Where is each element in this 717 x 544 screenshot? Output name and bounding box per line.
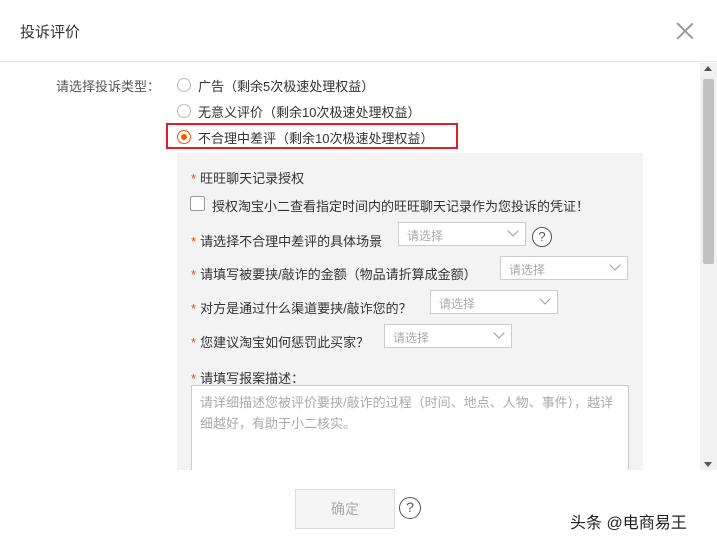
punishment-label: * 您建议淘宝如何惩罚此买家？ <box>191 335 370 350</box>
punishment-select-value: 请选择 <box>393 331 430 345</box>
channel-label: * 对方是通过什么渠道要挟/敲诈您的？ <box>191 301 412 316</box>
confirm-button[interactable]: 确定 <box>295 489 395 529</box>
required-asterisk: * <box>191 267 197 282</box>
required-asterisk: * <box>191 371 197 386</box>
chevron-down-icon <box>507 225 519 237</box>
radio-meaningless-label[interactable]: 无意义评价（剩余10次极速处理权益） <box>198 102 420 121</box>
radio-ad-label[interactable]: 广告（剩余5次极速处理权益） <box>198 76 374 95</box>
channel-select[interactable]: 请选择 <box>430 290 558 314</box>
watermark: 头条 @电商易王 <box>570 515 687 532</box>
channel-select-value: 请选择 <box>439 297 476 311</box>
required-asterisk: * <box>191 335 197 350</box>
radio-ad[interactable] <box>177 78 191 92</box>
help-icon[interactable]: ? <box>532 227 552 247</box>
chat-auth-checkbox-text: 授权淘宝小二查看指定时间内的旺旺聊天记录作为您投诉的凭证！ <box>212 199 590 214</box>
complaint-type-label: 请选择投诉类型： <box>56 79 161 94</box>
scrollbar[interactable] <box>700 63 717 470</box>
scroll-down-arrow-icon[interactable] <box>704 462 712 467</box>
scenario-select[interactable]: 请选择 <box>398 222 526 246</box>
close-icon[interactable] <box>674 20 696 42</box>
scroll-up-arrow-icon[interactable] <box>704 66 712 71</box>
required-asterisk: * <box>191 301 197 316</box>
amount-select-value: 请选择 <box>509 263 546 277</box>
amount-select[interactable]: 请选择 <box>500 256 628 280</box>
scrollbar-thumb[interactable] <box>703 79 714 264</box>
chat-auth-label: * 旺旺聊天记录授权 <box>191 171 305 186</box>
dialog-header: 投诉评价 <box>0 0 717 62</box>
scenario-label: * 请选择不合理中差评的具体场景 <box>191 234 383 249</box>
chevron-down-icon <box>539 293 551 305</box>
radio-meaningless[interactable] <box>177 104 191 118</box>
required-asterisk: * <box>191 171 197 186</box>
chevron-down-icon <box>493 327 505 339</box>
selection-highlight-box <box>166 123 458 149</box>
amount-label: * 请填写被要挟/敲诈的金额（物品请折算成金额） <box>191 267 477 282</box>
required-asterisk: * <box>191 234 197 249</box>
scenario-select-value: 请选择 <box>407 229 444 243</box>
punishment-select[interactable]: 请选择 <box>384 324 512 348</box>
description-textarea[interactable]: 请详细描述您被评价要挟/敲诈的过程（时间、地点、人物、事件），越详细越好，有助于… <box>191 385 629 475</box>
chat-auth-checkbox[interactable] <box>190 196 205 211</box>
chevron-down-icon <box>609 259 621 271</box>
dialog-title: 投诉评价 <box>20 24 81 41</box>
help-icon[interactable]: ? <box>399 497 421 519</box>
